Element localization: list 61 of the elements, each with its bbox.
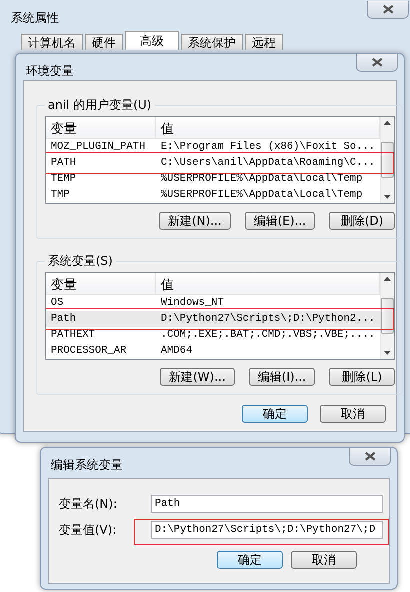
window-title: 系统属性 — [10, 10, 59, 27]
variable-value: C:\Users\anil\AppData\Roaming\C... — [160, 157, 376, 169]
variable-name: PATH — [50, 157, 78, 169]
variable-value: .COM;.EXE;.BAT;.CMD;.VBS;.VBE;.... — [160, 329, 376, 341]
list-row[interactable]: PATH C:\Users\anil\AppData\Roaming\C... — [46, 155, 380, 171]
scroll-down-icon[interactable] — [384, 351, 392, 355]
variable-value: %USERPROFILE%\AppData\Local\Temp — [160, 189, 364, 201]
variable-name: PATHEXT — [50, 329, 96, 341]
ok-button[interactable]: 确定 — [242, 405, 308, 423]
variable-name: Path — [50, 313, 78, 325]
list-row[interactable]: OS Windows_NT — [46, 295, 380, 311]
variable-name: TMP — [50, 189, 71, 201]
variable-value: %USERPROFILE%\AppData\Local\Temp — [160, 173, 364, 185]
scrollbar[interactable] — [380, 273, 394, 359]
dialog-button[interactable]: 新建(W)... — [160, 368, 235, 386]
dialog-button[interactable]: 编辑(I)... — [248, 368, 316, 386]
dialog-button[interactable]: 删除(D) — [329, 212, 396, 230]
variable-name: OS — [50, 297, 65, 309]
input-field[interactable]: Path — [151, 495, 383, 513]
column-header[interactable]: 变量 — [46, 273, 156, 294]
cancel-button[interactable]: 取消 — [320, 405, 386, 423]
column-header[interactable]: 变量 — [46, 117, 156, 138]
window-title: 环境变量 — [25, 63, 74, 80]
close-button[interactable] — [367, 1, 409, 19]
window-title: 编辑系统变量 — [50, 457, 123, 474]
variable-value: Windows_NT — [160, 297, 226, 309]
scroll-up-icon[interactable] — [384, 121, 392, 125]
variable-name: MOZ_PLUGIN_PATH — [50, 141, 147, 153]
list-row[interactable]: TMP %USERPROFILE%\AppData\Local\Temp — [46, 187, 380, 203]
list-row[interactable]: PROCESSOR_AR AMD64 — [46, 343, 380, 359]
tab[interactable]: 硬件 — [85, 34, 123, 50]
group-label: anil 的用户变量(U) — [47, 97, 153, 114]
scroll-up-icon[interactable] — [384, 277, 392, 281]
input-field[interactable]: D:\Python27\Scripts\;D:\Python27\;D — [151, 521, 383, 539]
close-icon — [382, 5, 394, 14]
field-label: 变量值(V): — [59, 522, 118, 538]
variable-value: D:\Python27\Scripts\;D:\Python2... — [160, 313, 376, 325]
scroll-down-icon[interactable] — [384, 195, 392, 199]
close-icon — [372, 58, 382, 67]
close-button[interactable] — [356, 54, 398, 72]
close-button[interactable] — [349, 448, 391, 466]
tab[interactable]: 高级 — [125, 31, 179, 50]
list-row[interactable]: PATHEXT .COM;.EXE;.BAT;.CMD;.VBS;.VBE;.... — [46, 327, 380, 343]
field-label: 变量名(N): — [59, 496, 118, 512]
ok-button[interactable]: 确定 — [217, 551, 283, 569]
variable-name: TEMP — [50, 173, 78, 185]
list-row[interactable]: TEMP %USERPROFILE%\AppData\Local\Temp — [46, 171, 380, 187]
dialog-button[interactable]: 新建(N)... — [159, 212, 231, 230]
scrollbar[interactable] — [380, 117, 394, 203]
close-icon — [364, 452, 376, 461]
variable-value: AMD64 — [160, 345, 194, 357]
group-label: 系统变量(S) — [47, 253, 114, 270]
variable-value: E:\Program Files (x86)\Foxit So... — [160, 141, 376, 153]
dialog-button[interactable]: 删除(L) — [329, 368, 396, 386]
list-row[interactable]: MOZ_PLUGIN_PATH E:\Program Files (x86)\Foxit So... — [46, 139, 380, 155]
tab[interactable]: 计算机名 — [21, 34, 83, 50]
tab[interactable]: 系统保护 — [181, 34, 243, 50]
tab[interactable]: 远程 — [245, 34, 283, 50]
variable-name: PROCESSOR_AR — [50, 345, 128, 357]
dialog-button[interactable]: 编辑(E)... — [244, 212, 316, 230]
cancel-button[interactable]: 取消 — [291, 551, 357, 569]
